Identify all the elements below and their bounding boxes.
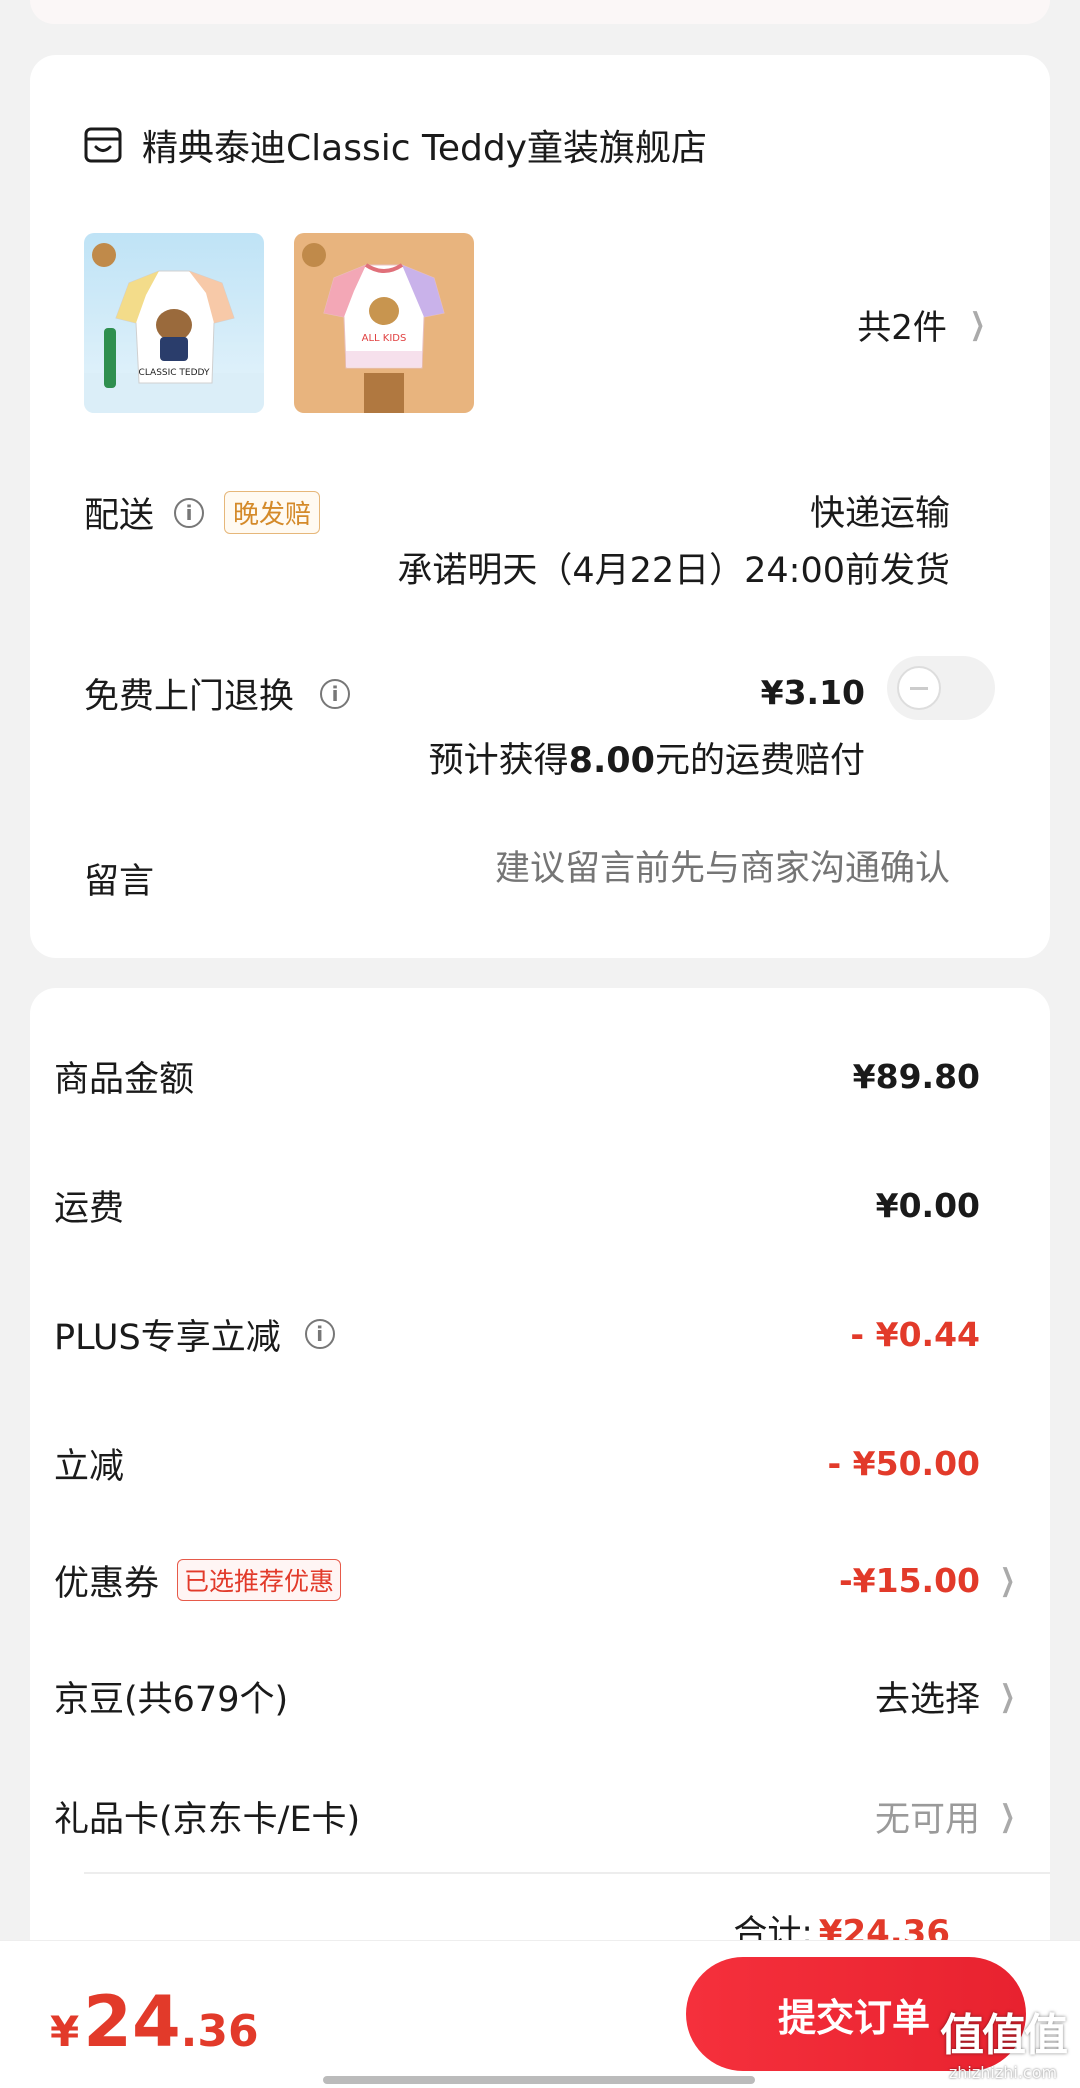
message-input[interactable] xyxy=(350,849,950,889)
return-service-toggle[interactable] xyxy=(887,656,995,720)
return-service-note: 预计获得8.00元的运费赔付 xyxy=(429,732,865,783)
store-order-card: 精典泰迪Classic Teddy童装旗舰店 CLASSIC TEDDY ALL… xyxy=(30,55,1050,958)
goods-amount-label: 商品金额 xyxy=(54,1059,195,1100)
jingdou-value: 去选择 xyxy=(874,1679,980,1720)
toggle-knob xyxy=(897,666,941,710)
shipping-value: ¥0.00 xyxy=(875,1185,980,1225)
order-confirm-page: 精典泰迪Classic Teddy童装旗舰店 CLASSIC TEDDY ALL… xyxy=(0,0,1080,2088)
checkout-bar: ¥ 24 .36 提交订单 值值值 zhizhizhi.com xyxy=(0,1940,1080,2088)
coupon-row[interactable]: 优惠券 已选推荐优惠 -¥15.00 ❯ xyxy=(54,1550,1020,1610)
svg-text:CLASSIC TEDDY: CLASSIC TEDDY xyxy=(139,368,210,378)
watermark-logo: 值值值 xyxy=(940,2010,1068,2061)
total-integer: 24 xyxy=(83,1981,181,2063)
plus-discount-label: PLUS专享立减 xyxy=(54,1317,281,1358)
store-header[interactable]: 精典泰迪Classic Teddy童装旗舰店 xyxy=(84,115,707,175)
return-service-price: ¥3.10 xyxy=(760,673,865,712)
delivery-row: 配送 i 晚发赔 xyxy=(84,487,321,538)
instant-discount-label: 立减 xyxy=(54,1446,125,1487)
note-suffix: 元的运费赔付 xyxy=(654,741,865,781)
svg-text:ALL KIDS: ALL KIDS xyxy=(362,333,407,344)
watermark-url: zhizhizhi.com xyxy=(948,2063,1058,2082)
delivery-promise: 承诺明天（4月22日）24:00前发货 xyxy=(397,551,950,591)
instant-discount-value: - ¥50.00 xyxy=(827,1443,980,1483)
message-label: 留言 xyxy=(84,862,155,902)
goods-amount-value: ¥89.80 xyxy=(852,1056,980,1096)
note-prefix: 预计获得 xyxy=(428,741,569,781)
product-thumbnail[interactable]: CLASSIC TEDDY xyxy=(84,233,264,413)
late-compensation-tag: 晚发赔 xyxy=(224,491,321,534)
coupon-value: -¥15.00 xyxy=(838,1560,980,1600)
delivery-method[interactable]: 快递运输 xyxy=(810,485,950,536)
giftcard-label: 礼品卡(京东卡/E卡) xyxy=(54,1799,361,1840)
info-icon[interactable]: i xyxy=(304,1319,335,1349)
product-thumbnails[interactable]: CLASSIC TEDDY ALL KIDS xyxy=(84,233,474,413)
coupon-recommended-tag: 已选推荐优惠 xyxy=(177,1559,342,1601)
instant-discount-row: 立减 - ¥50.00 xyxy=(54,1433,1020,1493)
divider xyxy=(84,1872,1050,1874)
note-amount: 8.00 xyxy=(568,741,655,781)
home-indicator[interactable] xyxy=(323,2076,755,2084)
giftcard-value: 无可用 xyxy=(874,1799,980,1840)
goods-amount-row: 商品金额 ¥89.80 xyxy=(54,1046,1020,1106)
watermark: 值值值 zhizhizhi.com xyxy=(940,1999,1068,2082)
item-count-link[interactable]: 共2件 ❯ xyxy=(857,300,990,349)
chevron-right-icon: ❯ xyxy=(999,1562,1015,1598)
info-icon[interactable]: i xyxy=(174,497,205,528)
message-row: 留言 xyxy=(84,853,154,904)
coupon-label: 优惠券 xyxy=(54,1563,160,1604)
shipping-row: 运费 ¥0.00 xyxy=(54,1175,1020,1235)
return-service-label: 免费上门退换 xyxy=(84,677,295,717)
chevron-right-icon: ❯ xyxy=(969,307,985,342)
delivery-label: 配送 xyxy=(84,496,155,536)
previous-card-edge xyxy=(30,0,1050,24)
jingdou-row[interactable]: 京豆(共679个) 去选择 ❯ xyxy=(54,1666,1020,1726)
total-decimal: .36 xyxy=(180,2006,259,2057)
shipping-label: 运费 xyxy=(54,1188,125,1229)
chevron-right-icon: ❯ xyxy=(999,1678,1015,1714)
chevron-right-icon: ❯ xyxy=(999,1798,1015,1834)
return-service-row: 免费上门退换 i xyxy=(84,668,351,719)
store-icon xyxy=(84,127,122,163)
total-price: ¥ 24 .36 xyxy=(50,1981,259,2063)
product-thumbnail[interactable]: ALL KIDS xyxy=(294,233,474,413)
item-count: 共2件 xyxy=(857,308,947,348)
giftcard-row[interactable]: 礼品卡(京东卡/E卡) 无可用 ❯ xyxy=(54,1786,1020,1846)
info-icon[interactable]: i xyxy=(320,678,351,709)
jingdou-label: 京豆(共679个) xyxy=(54,1679,289,1720)
total-currency: ¥ xyxy=(50,2007,80,2056)
plus-discount-row: PLUS专享立减 i - ¥0.44 xyxy=(54,1304,1020,1364)
plus-discount-value: - ¥0.44 xyxy=(850,1314,980,1354)
store-name: 精典泰迪Classic Teddy童装旗舰店 xyxy=(142,128,707,169)
